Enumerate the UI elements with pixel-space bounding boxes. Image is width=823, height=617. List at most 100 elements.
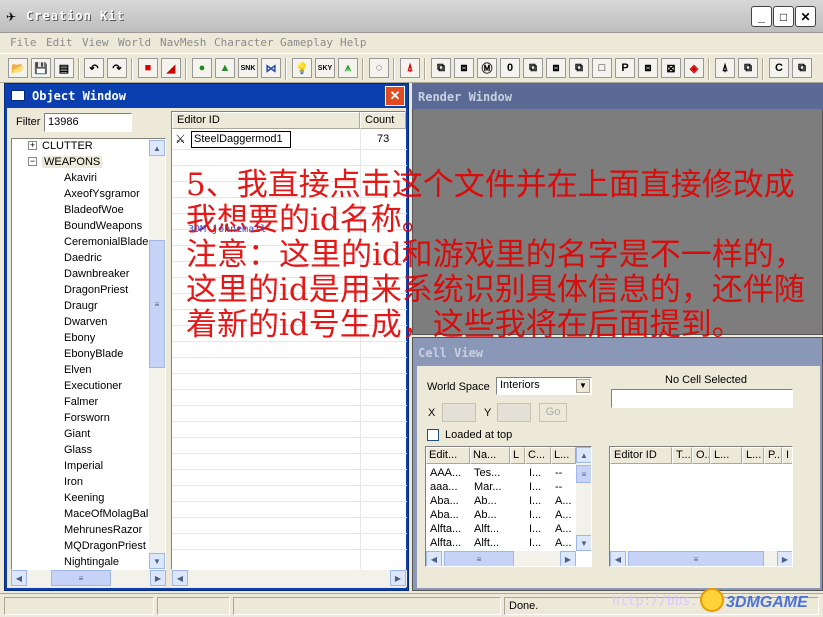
objects-column-header[interactable]: L... xyxy=(710,447,742,464)
tree-item[interactable]: Draugr xyxy=(64,300,98,312)
collapse-toggle-icon[interactable]: − xyxy=(28,157,37,166)
scroll-thumb[interactable]: ≡ xyxy=(149,240,165,368)
tree-item[interactable]: Akaviri xyxy=(64,172,97,184)
tree-item[interactable]: Giant xyxy=(64,428,90,440)
select-icon[interactable]: ■ xyxy=(138,58,158,78)
cube-wire-icon[interactable]: ⧉ xyxy=(569,58,589,78)
cell-column-header[interactable]: Na... xyxy=(470,447,510,464)
tree-item[interactable]: DragonPriest xyxy=(64,284,128,296)
cell-list-cell[interactable]: A... xyxy=(555,523,572,535)
cell-c-icon[interactable]: C xyxy=(769,58,789,78)
save-icon[interactable]: 💾 xyxy=(31,58,51,78)
room-icon[interactable]: ⧈ xyxy=(638,58,658,78)
loaded-at-top-checkbox[interactable] xyxy=(427,429,439,441)
measure-icon[interactable]: ⍋ xyxy=(400,58,420,78)
marker-icon[interactable]: ◢ xyxy=(161,58,181,78)
tree-item[interactable]: AxeofYsgramor xyxy=(64,188,140,200)
cube-top-icon[interactable]: ⧉ xyxy=(523,58,543,78)
cell-list-cell[interactable]: I... xyxy=(529,495,541,507)
menu-character[interactable]: Character xyxy=(214,36,274,49)
cell-list-horizontal-scrollbar[interactable]: ◀ ≡ ▶ xyxy=(426,551,576,566)
cell-list-cell[interactable]: -- xyxy=(555,481,562,493)
tree-item-weapons[interactable]: WEAPONS xyxy=(42,156,103,168)
objects-scroll-left-icon[interactable]: ◀ xyxy=(610,551,626,566)
tree-item[interactable]: Elven xyxy=(64,364,92,376)
cell-list-cell[interactable]: Aba... xyxy=(430,495,459,507)
navmesh-icon[interactable]: ⋈ xyxy=(261,58,281,78)
cell-list-cell[interactable]: aaa... xyxy=(430,481,458,493)
cell-list-cell[interactable]: A... xyxy=(555,509,572,521)
light-icon[interactable]: 💡 xyxy=(292,58,312,78)
cell-list-cell[interactable]: Alft... xyxy=(474,537,499,549)
menu-gameplay[interactable]: Gameplay xyxy=(280,36,333,49)
tree-item[interactable]: MQDragonPriest xyxy=(64,540,146,552)
occlusion-icon[interactable]: ⊠ xyxy=(661,58,681,78)
tree-item[interactable]: Glass xyxy=(64,444,92,456)
cell-column-header[interactable]: C... xyxy=(525,447,551,464)
cell-list-vertical-scrollbar[interactable]: ▲ ≡ ▼ xyxy=(576,447,591,551)
cell-list-cell[interactable]: Ab... xyxy=(474,509,497,521)
dialogue-icon[interactable]: ◌ xyxy=(369,58,389,78)
landscape-icon[interactable]: ▲ xyxy=(215,58,235,78)
tree-item[interactable]: Daedric xyxy=(64,252,102,264)
cell-list-cell[interactable]: I... xyxy=(529,481,541,493)
menu-help[interactable]: Help xyxy=(340,36,367,49)
cell-list-cell[interactable]: Alft... xyxy=(474,523,499,535)
cube-front-icon[interactable]: ⧈ xyxy=(454,58,474,78)
marker-m-icon[interactable]: Ⓜ xyxy=(477,58,497,78)
close-button[interactable]: ✕ xyxy=(795,6,816,27)
tree-horizontal-scrollbar[interactable]: ◀ ≡ ▶ xyxy=(11,570,166,587)
chevron-down-icon[interactable]: ▼ xyxy=(576,379,590,393)
objects-scroll-thumb-h[interactable]: ≡ xyxy=(628,551,764,566)
tree-item[interactable]: BoundWeapons xyxy=(64,220,142,232)
go-button[interactable]: Go xyxy=(539,403,567,422)
tree-item[interactable]: Ebony xyxy=(64,332,95,344)
cell-list-cell[interactable]: Alfta... xyxy=(430,537,461,549)
tree-item[interactable]: Nightingale xyxy=(64,556,119,568)
open-icon[interactable]: 📂 xyxy=(8,58,28,78)
column-count[interactable]: Count xyxy=(360,112,406,129)
objects-column-header[interactable]: L... xyxy=(742,447,764,464)
cell-list-cell[interactable]: Aba... xyxy=(430,509,459,521)
list-scroll-left-icon[interactable]: ◀ xyxy=(172,570,188,586)
tree-item[interactable]: MehrunesRazor xyxy=(64,524,142,536)
cell-name-field[interactable] xyxy=(611,389,793,408)
tree-item[interactable]: CeremonialBlade xyxy=(64,236,148,248)
tree-item[interactable]: BladeofWoe xyxy=(64,204,124,216)
y-input[interactable] xyxy=(497,403,531,422)
list-scroll-right-icon[interactable]: ▶ xyxy=(390,570,406,586)
cell-list-cell[interactable]: Mar... xyxy=(474,481,502,493)
objects-column-header[interactable]: Editor ID xyxy=(610,447,672,464)
snap-icon[interactable]: SNK xyxy=(238,58,258,78)
cube-end-icon[interactable]: ⧉ xyxy=(792,58,812,78)
cell-list-cell[interactable]: I... xyxy=(529,467,541,479)
preferences-icon[interactable]: ▤ xyxy=(54,58,74,78)
objects-column-header[interactable]: O... xyxy=(692,447,710,464)
world-icon[interactable]: ● xyxy=(192,58,212,78)
portal-icon[interactable]: P xyxy=(615,58,635,78)
menu-edit[interactable]: Edit xyxy=(46,36,73,49)
cell-scroll-left-icon[interactable]: ◀ xyxy=(426,551,442,566)
cell-scroll-up-icon[interactable]: ▲ xyxy=(576,447,591,463)
column-editor-id[interactable]: Editor ID xyxy=(172,112,360,129)
editor-id-edit-field[interactable]: SteelDaggermod1 xyxy=(191,131,291,148)
scroll-left-icon[interactable]: ◀ xyxy=(11,570,27,586)
cell-scroll-down-icon[interactable]: ▼ xyxy=(576,535,591,551)
cell-scroll-thumb-h[interactable]: ≡ xyxy=(444,551,514,566)
objects-column-header[interactable]: I xyxy=(782,447,792,464)
filter-input[interactable]: 13986 xyxy=(44,113,132,132)
cell-list-cell[interactable]: AAA... xyxy=(430,467,461,479)
menu-view[interactable]: View xyxy=(82,36,109,49)
cell-column-header[interactable]: L... xyxy=(551,447,576,464)
cell-list-cell[interactable]: A... xyxy=(555,537,572,549)
cell-list-cell[interactable]: Tes... xyxy=(474,467,500,479)
menu-world[interactable]: World xyxy=(118,36,151,49)
tree-item[interactable]: Keening xyxy=(64,492,104,504)
minimize-button[interactable]: _ xyxy=(751,6,772,27)
sound-icon[interactable]: ⍋ xyxy=(715,58,735,78)
cell-column-header[interactable]: Edit... xyxy=(426,447,470,464)
sky-icon[interactable]: SKY xyxy=(315,58,335,78)
tree-item[interactable]: Executioner xyxy=(64,380,122,392)
cell-scroll-right-icon[interactable]: ▶ xyxy=(560,551,576,566)
scroll-right-icon[interactable]: ▶ xyxy=(150,570,166,586)
